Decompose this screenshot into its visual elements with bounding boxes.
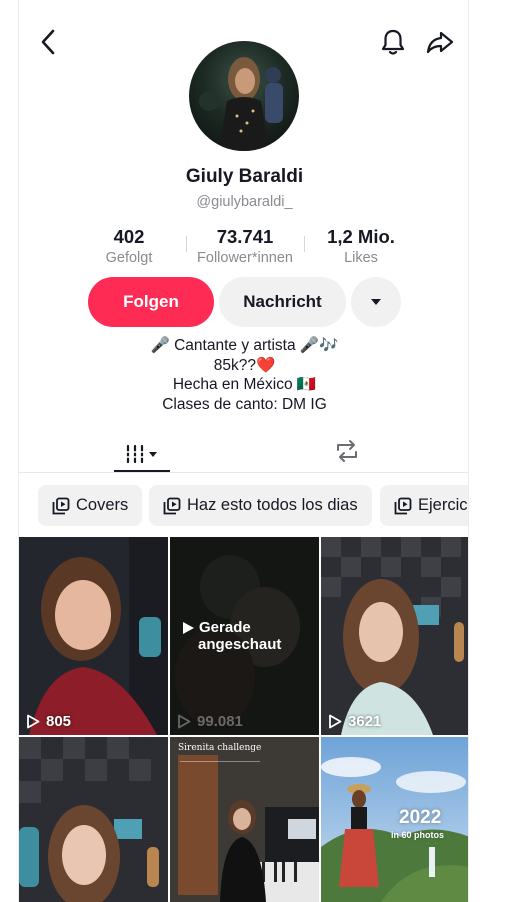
thumbnail-image bbox=[170, 737, 319, 902]
bell-icon bbox=[381, 29, 405, 55]
video-thumbnail[interactable]: Sirenita challenge bbox=[170, 737, 319, 902]
play-outline-icon bbox=[329, 714, 342, 729]
notifications-button[interactable] bbox=[377, 26, 409, 58]
stat-following[interactable]: 402 Gefolgt bbox=[97, 226, 161, 266]
video-thumbnail[interactable]: 3621 bbox=[321, 537, 468, 735]
playlist-chip[interactable]: Haz esto todos los dias bbox=[149, 485, 372, 526]
share-button[interactable] bbox=[423, 26, 457, 58]
video-title: 2022 bbox=[399, 807, 442, 828]
more-options-button[interactable] bbox=[351, 277, 401, 327]
play-outline-icon bbox=[178, 714, 191, 729]
playlist-row: Covers Haz esto todos los dias Ejercici bbox=[19, 485, 469, 527]
thumbnail-image bbox=[321, 737, 468, 902]
share-arrow-icon bbox=[426, 31, 454, 54]
view-count: 99.081 bbox=[177, 713, 243, 730]
followers-label: Follower*innen bbox=[197, 250, 293, 266]
playlist-chip[interactable]: Covers bbox=[38, 485, 142, 526]
stats-divider bbox=[304, 236, 305, 252]
playlist-chip[interactable]: Ejercici bbox=[380, 485, 469, 526]
video-subtitle: in 60 photos bbox=[391, 830, 445, 840]
video-thumbnail[interactable] bbox=[19, 737, 168, 902]
display-name: Giuly Baraldi bbox=[185, 166, 304, 187]
playlist-icon bbox=[52, 497, 70, 514]
view-count: 805 bbox=[26, 713, 71, 730]
avatar-photo bbox=[199, 57, 283, 151]
video-thumbnail[interactable]: 805 bbox=[19, 537, 168, 735]
play-outline-icon bbox=[27, 714, 40, 729]
playlist-label: Ejercici bbox=[418, 496, 469, 514]
following-label: Gefolgt bbox=[105, 250, 153, 266]
video-thumbnail[interactable]: Gerade angeschaut 99.081 bbox=[170, 537, 319, 735]
thumbnail-image bbox=[19, 537, 168, 735]
chevron-left-icon bbox=[41, 29, 55, 55]
bio-line: 85k??❤️ bbox=[213, 356, 276, 374]
thumbnail-image bbox=[19, 737, 168, 902]
playlist-icon bbox=[163, 497, 181, 514]
play-filled-icon bbox=[183, 621, 194, 634]
likes-label: Likes bbox=[344, 250, 378, 266]
video-thumbnail[interactable]: 2022 in 60 photos bbox=[321, 737, 468, 902]
view-count: 3621 bbox=[328, 713, 381, 730]
active-tab-indicator bbox=[114, 470, 170, 472]
bio-line: Hecha en México 🇲🇽 bbox=[172, 376, 317, 394]
stat-likes[interactable]: 1,2 Mio. Likes bbox=[311, 226, 411, 266]
profile-screen: Giuly Baraldi @giulybaraldi_ 402 Gefolgt… bbox=[18, 0, 469, 902]
tab-reposts[interactable] bbox=[329, 436, 365, 466]
playlist-icon bbox=[394, 497, 412, 514]
username: @giulybaraldi_ bbox=[196, 194, 293, 210]
tab-videos[interactable] bbox=[114, 436, 170, 472]
content-tabs bbox=[19, 426, 468, 473]
watched-label: Gerade angeschaut bbox=[183, 619, 281, 653]
stats-row: 402 Gefolgt 73.741 Follower*innen 1,2 Mi… bbox=[19, 226, 468, 270]
followers-count: 73.741 bbox=[216, 226, 274, 247]
message-button[interactable]: Nachricht bbox=[219, 277, 346, 327]
repost-icon bbox=[337, 440, 357, 462]
caret-down-icon bbox=[371, 299, 381, 305]
thumbnail-image bbox=[321, 537, 468, 735]
playlist-label: Haz esto todos los dias bbox=[187, 496, 358, 514]
grid-bars-icon bbox=[126, 444, 157, 464]
likes-count: 1,2 Mio. bbox=[327, 226, 395, 247]
stats-divider bbox=[186, 236, 187, 252]
bio: 🎤 Cantante y artista 🎤🎶 85k??❤️ Hecha en… bbox=[19, 336, 468, 414]
bio-line: Clases de canto: DM IG bbox=[162, 395, 327, 413]
following-count: 402 bbox=[113, 226, 145, 247]
video-caption: Sirenita challenge bbox=[178, 743, 262, 753]
avatar[interactable] bbox=[189, 41, 299, 151]
playlist-label: Covers bbox=[76, 496, 129, 514]
back-button[interactable] bbox=[33, 26, 63, 58]
follow-button[interactable]: Folgen bbox=[88, 277, 214, 327]
bio-line: 🎤 Cantante y artista 🎤🎶 bbox=[150, 337, 339, 354]
stat-followers[interactable]: 73.741 Follower*innen bbox=[189, 226, 301, 266]
